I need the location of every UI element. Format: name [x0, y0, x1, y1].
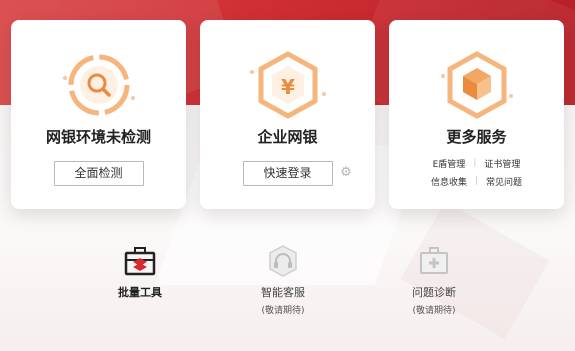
info-collection-link[interactable]: 信息收集 [431, 175, 467, 188]
diagnosis-label: 问题诊断 [412, 286, 456, 299]
headset-icon [266, 244, 300, 278]
svg-text:¥: ¥ [281, 75, 295, 99]
medical-kit-icon [417, 244, 451, 278]
full-check-button[interactable]: 全面检测 [53, 161, 144, 186]
gear-icon[interactable]: ⚙ [339, 166, 353, 180]
toolbox-icon [123, 244, 157, 278]
more-services-card: 更多服务 E盾管理 | 证书管理 信息收集 | 常见问题 [389, 20, 564, 209]
quick-login-button[interactable]: 快速登录 [242, 161, 333, 186]
more-services-title: 更多服务 [446, 128, 507, 146]
certificate-management-link[interactable]: 证书管理 [484, 157, 520, 170]
batch-tool[interactable]: 批量工具 [85, 244, 195, 300]
coming-soon-label: (敬请期待) [261, 306, 305, 316]
search-ring-icon [59, 50, 139, 120]
link-separator: | [474, 176, 479, 186]
smart-service-tool: 智能客服 (敬请期待) [228, 244, 338, 316]
service-link-row: 信息收集 | 常见问题 [389, 172, 564, 190]
corporate-bank-card: ¥ 企业网银 快速登录 ⚙ [200, 20, 375, 209]
env-check-card: 网银环境未检测 全面检测 [11, 20, 186, 209]
yen-hexagon-icon: ¥ [248, 50, 328, 120]
smart-service-label: 智能客服 [261, 286, 305, 299]
coming-soon-label: (敬请期待) [412, 306, 456, 316]
env-check-title: 网银环境未检测 [45, 128, 151, 146]
faq-link[interactable]: 常见问题 [486, 175, 522, 188]
service-link-row: E盾管理 | 证书管理 [389, 154, 564, 172]
link-separator: | [473, 158, 477, 168]
edun-management-link[interactable]: E盾管理 [433, 157, 466, 170]
corporate-bank-title: 企业网银 [257, 128, 318, 146]
service-links: E盾管理 | 证书管理 信息收集 | 常见问题 [389, 154, 564, 190]
batch-tool-label: 批量工具 [118, 286, 162, 299]
cube-hexagon-icon [437, 50, 517, 120]
diagnosis-tool: 问题诊断 (敬请期待) [379, 244, 489, 316]
